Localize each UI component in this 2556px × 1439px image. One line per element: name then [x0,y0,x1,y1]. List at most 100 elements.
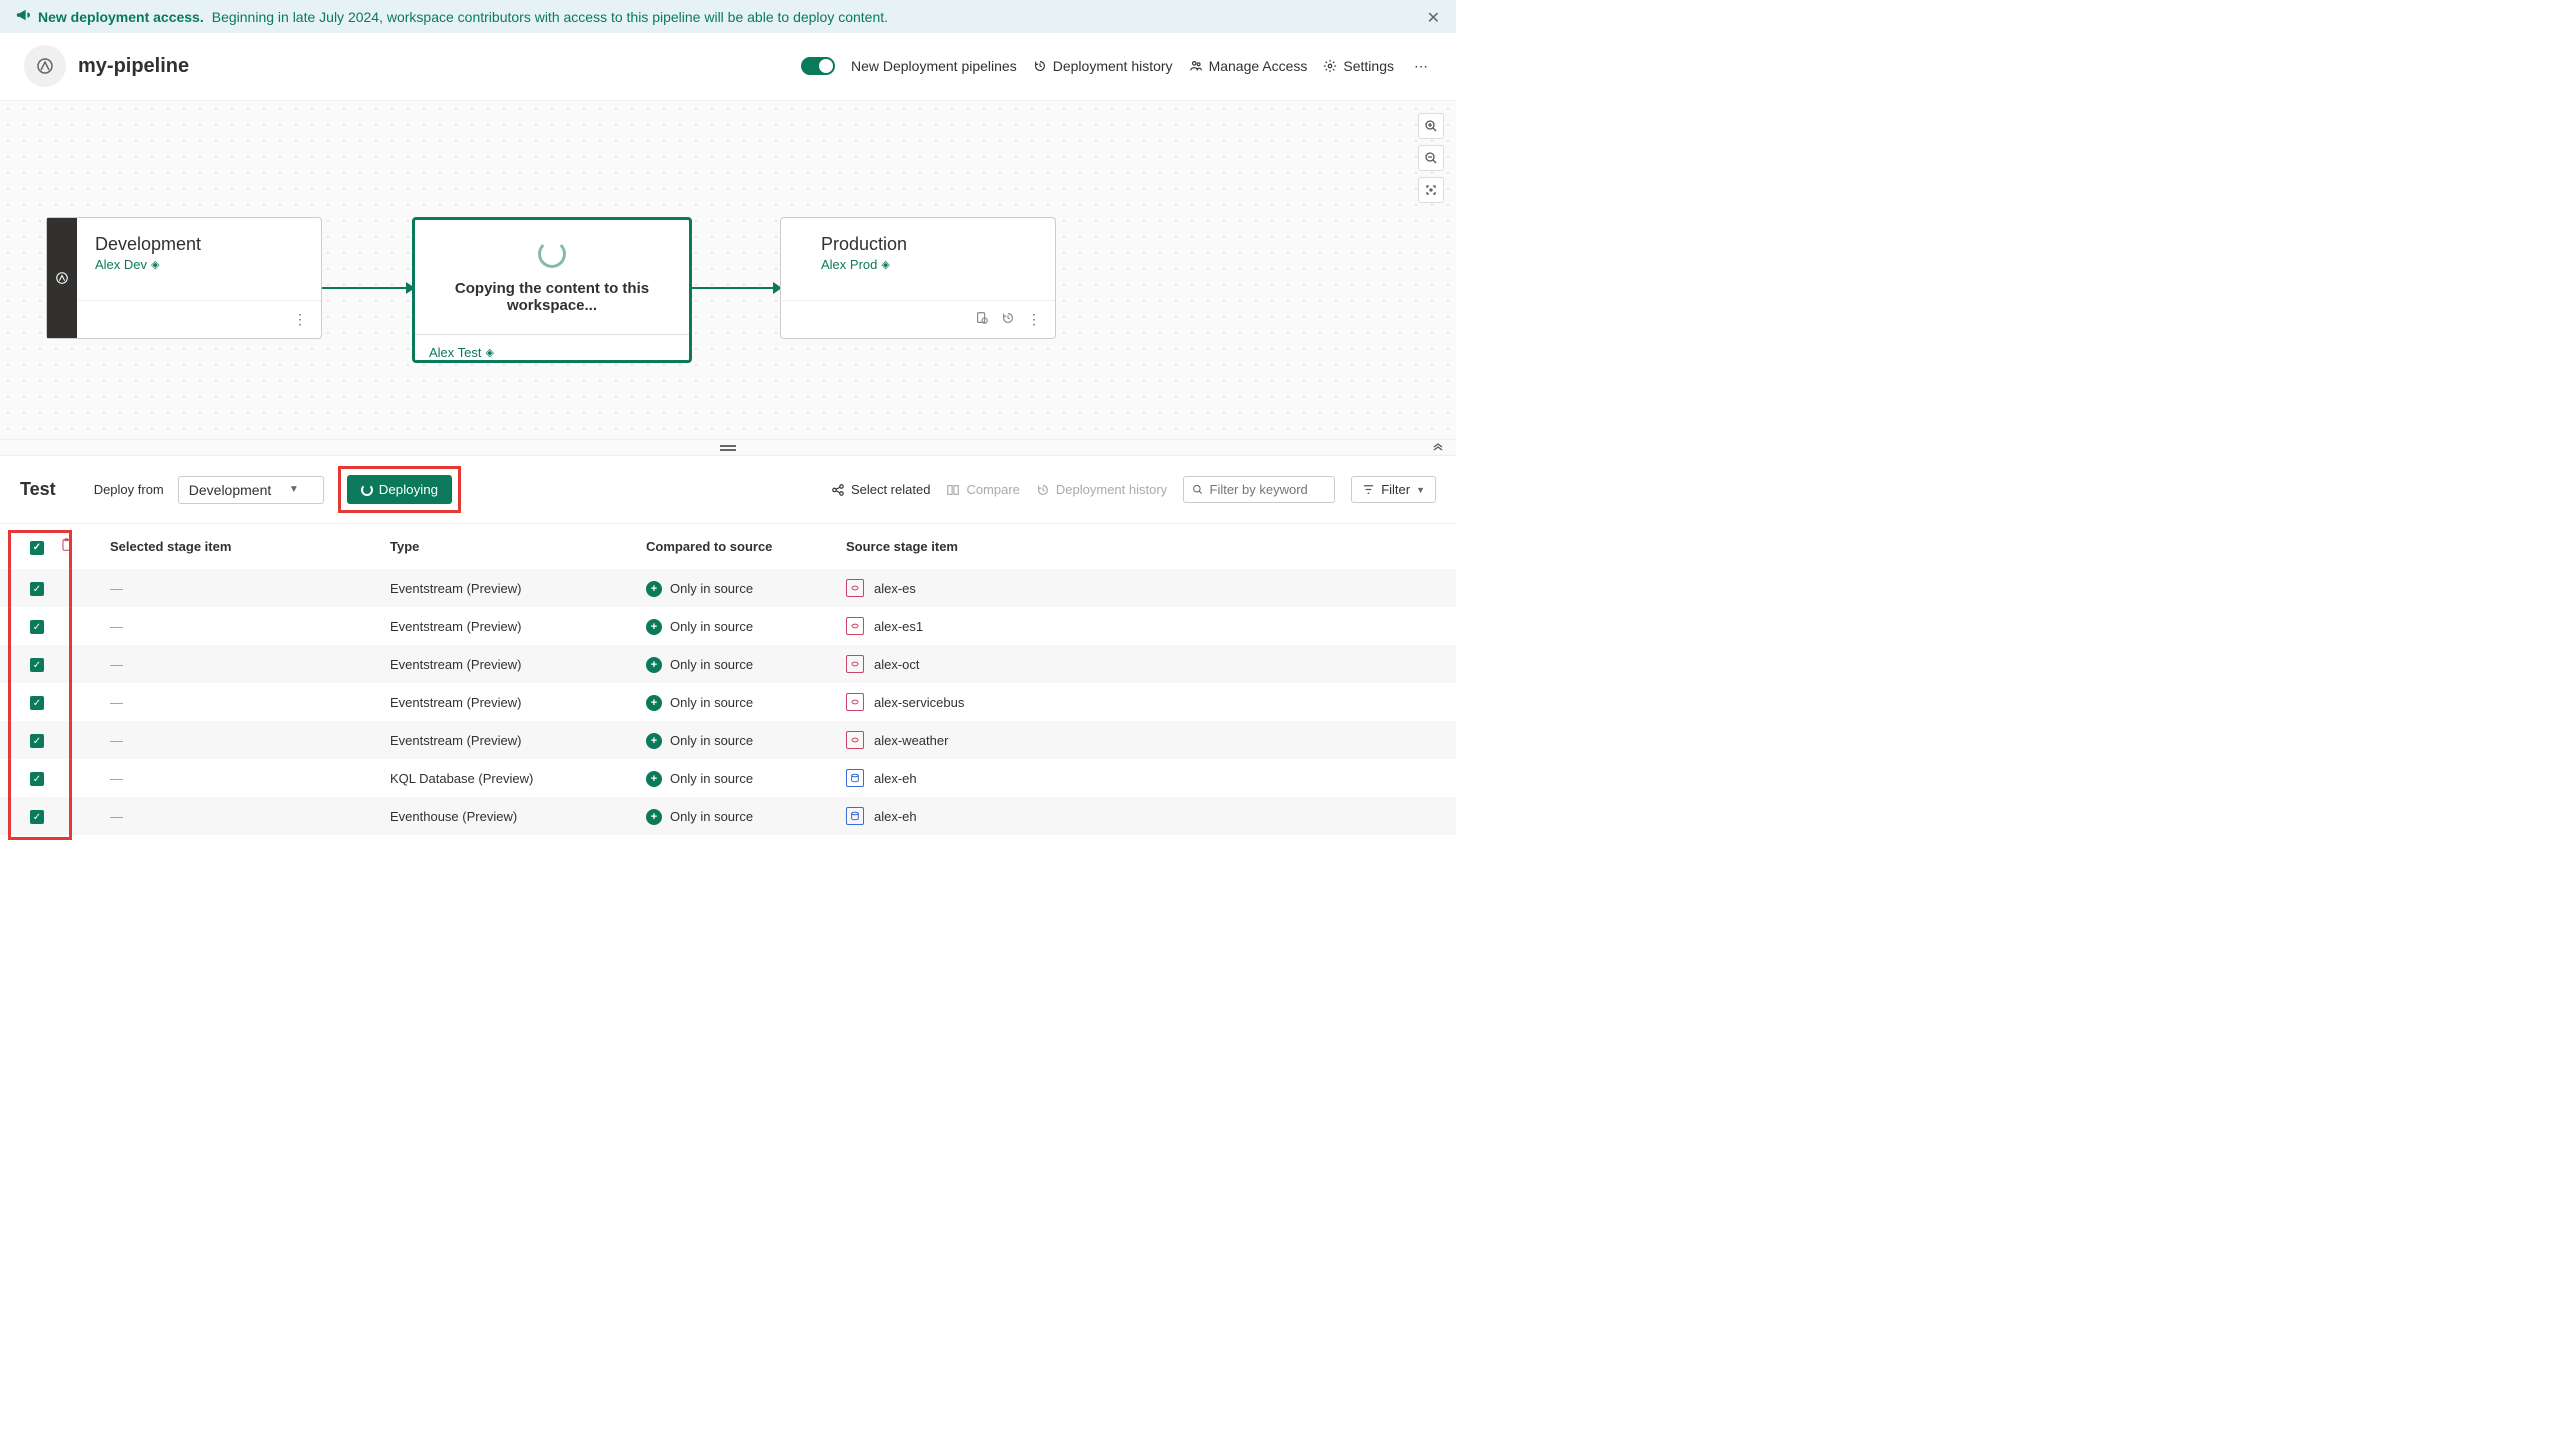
item-type: Eventstream (Preview) [382,607,638,645]
gear-icon [1323,59,1337,73]
selected-item-value: — [110,809,123,824]
chevron-double-up-icon [1432,442,1444,454]
row-checkbox[interactable]: ✓ [30,772,44,786]
compare-icon [946,483,960,497]
manage-access-button[interactable]: Manage Access [1189,58,1308,74]
stage-test[interactable]: Copying the content to this workspace...… [412,217,692,363]
item-type: Eventhouse (Preview) [382,797,638,835]
item-type: KQL Database (Preview) [382,759,638,797]
item-type-icon [846,655,864,673]
megaphone-icon [16,8,30,25]
filter-input[interactable] [1210,482,1327,497]
stage-workspace: Alex Dev ◈ [95,257,303,272]
pipeline-canvas[interactable]: Development Alex Dev ◈ ⋮ Copying the con… [0,100,1456,440]
item-type: Eventstream (Preview) [382,683,638,721]
panel-title: Test [20,479,56,500]
compare-badge: +Only in source [646,619,753,635]
stage-production[interactable]: Production Alex Prod ◈ ⋮ [780,217,1056,339]
page-title: my-pipeline [78,55,189,78]
compare-badge: +Only in source [646,809,753,825]
compare-badge: +Only in source [646,581,753,597]
compare-button: Compare [946,482,1019,497]
diamond-icon: ◈ [881,258,889,271]
item-type-icon [846,617,864,635]
deploy-from-label: Deploy from [94,482,164,497]
stage-workspace: Alex Prod ◈ [821,257,1037,272]
zoom-in-button[interactable] [1418,113,1444,139]
stage-development[interactable]: Development Alex Dev ◈ ⋮ [46,217,322,339]
pipeline-icon [24,45,66,87]
select-all-checkbox[interactable]: ✓ [30,541,44,555]
chevron-down-icon: ▼ [289,484,299,495]
selected-item-value: — [110,771,123,786]
fit-icon [1425,184,1437,196]
table-row[interactable]: ✓ — Eventstream (Preview) +Only in source al… [0,569,1456,607]
item-type-icon [846,693,864,711]
settings-button[interactable]: Settings [1323,58,1394,74]
clipboard-icon [60,539,73,555]
stage-history-button[interactable] [999,309,1017,330]
table-row[interactable]: ✓—Eventhouse (Preview)+Only in sourceale… [0,797,1456,835]
expand-panel-button[interactable] [1432,442,1444,457]
selected-item-value: — [110,695,123,710]
source-item: alex-oct [846,655,1448,673]
banner-text: Beginning in late July 2024, workspace c… [212,9,888,25]
zoom-out-button[interactable] [1418,145,1444,171]
filter-button[interactable]: Filter ▼ [1351,476,1436,503]
people-icon [1189,59,1203,73]
drag-handle-icon[interactable] [720,445,736,451]
stage-menu-button[interactable]: ⋮ [291,309,309,330]
selected-item-value: — [110,657,123,672]
item-type: Eventstream (Preview) [382,569,638,607]
close-icon[interactable]: ✕ [1427,8,1440,28]
source-item: alex-es [846,579,1448,597]
banner-title: New deployment access. [38,9,204,25]
compare-badge: +Only in source [646,695,753,711]
row-checkbox[interactable]: ✓ [30,620,44,634]
panel-splitter[interactable] [0,440,1456,456]
row-checkbox[interactable]: ✓ [30,810,44,824]
deploy-from-select[interactable]: Development ▼ [178,476,324,504]
spinner-icon [361,484,373,496]
stage-status-message: Copying the content to this workspace... [435,280,669,314]
item-type-icon [846,769,864,787]
col-source-header: Source stage item [838,524,1456,569]
stage-side-indicator [47,218,77,338]
item-type: Eventstream (Preview) [382,721,638,759]
table-row[interactable]: ✓—Eventstream (Preview)+Only in sourceal… [0,607,1456,645]
items-table-wrapper: ✓ Selected stage item Type Compared to s… [0,524,1456,835]
new-pipelines-toggle[interactable] [801,57,835,75]
filter-icon [1362,483,1375,496]
plus-icon: + [646,733,662,749]
table-row[interactable]: ✓—Eventstream (Preview)+Only in sourceal… [0,721,1456,759]
compare-badge: +Only in source [646,771,753,787]
fit-view-button[interactable] [1418,177,1444,203]
plus-icon: + [646,809,662,825]
row-checkbox[interactable]: ✓ [30,696,44,710]
search-icon [1192,483,1203,496]
assign-icon [975,311,989,325]
deployment-history-panel-button: Deployment history [1036,482,1167,497]
row-checkbox[interactable]: ✓ [30,734,44,748]
diamond-icon: ◈ [151,258,159,271]
chevron-down-icon: ▼ [1416,485,1425,495]
selected-item-value: — [110,581,123,596]
deployment-history-button[interactable]: Deployment history [1033,58,1173,74]
item-type: Eventstream (Preview) [382,645,638,683]
table-row[interactable]: ✓—KQL Database (Preview)+Only in sourcea… [0,759,1456,797]
page-header: my-pipeline New Deployment pipelines Dep… [0,33,1456,100]
row-checkbox[interactable]: ✓ [30,658,44,672]
rocket-icon [55,271,69,285]
panel-header: Test Deploy from Development ▼ Deploying… [0,456,1456,524]
stage-assign-button[interactable] [973,309,991,330]
row-checkbox[interactable]: ✓ [30,582,44,596]
more-options-button[interactable]: ⋯ [1410,54,1432,79]
table-row[interactable]: ✓—Eventstream (Preview)+Only in sourceal… [0,645,1456,683]
toggle-label: New Deployment pipelines [851,58,1017,74]
deploy-button[interactable]: Deploying [347,475,452,504]
stage-menu-button[interactable]: ⋮ [1025,309,1043,330]
col-compared-header: Compared to source [638,524,838,569]
compare-badge: +Only in source [646,733,753,749]
table-row[interactable]: ✓—Eventstream (Preview)+Only in sourceal… [0,683,1456,721]
select-related-button[interactable]: Select related [831,482,931,497]
